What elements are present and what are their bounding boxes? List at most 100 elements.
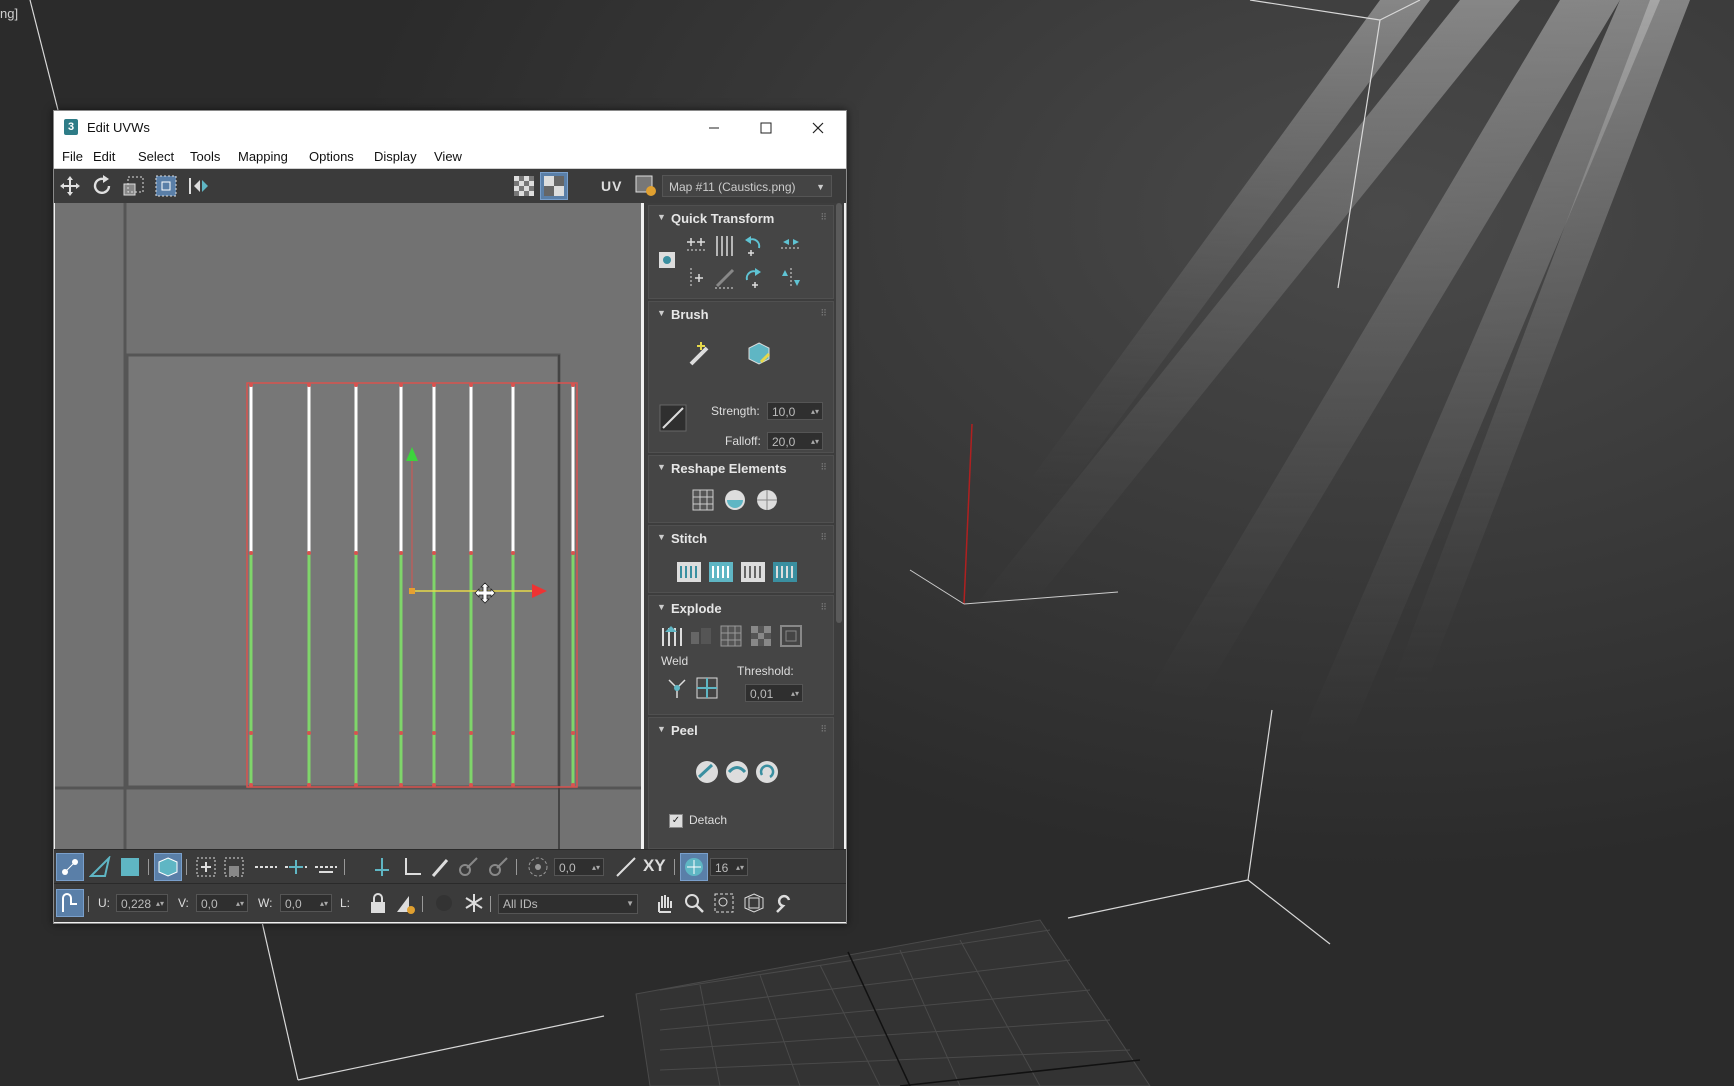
explode-header[interactable]: ▼ Explode ⠿ <box>649 596 833 620</box>
polygon-mode-button[interactable] <box>116 853 144 881</box>
shrink-selection-button[interactable] <box>220 853 248 881</box>
break-button[interactable] <box>657 622 685 650</box>
menu-file[interactable]: File <box>62 149 83 164</box>
threshold-spinner[interactable]: 0,01 ▴▾ <box>745 684 803 702</box>
stitch-average-button[interactable] <box>739 558 767 586</box>
menu-edit[interactable]: Edit <box>93 149 115 164</box>
title-bar[interactable]: 3 Edit UVWs <box>54 111 846 144</box>
relax-brush-button[interactable] <box>743 338 775 370</box>
reshape-elements-rollout: ▼ Reshape Elements ⠿ <box>648 455 834 523</box>
detach-checkbox[interactable]: ✓ <box>669 814 683 828</box>
move-tool-button[interactable] <box>56 172 84 200</box>
falloff-curve-button[interactable] <box>657 402 689 434</box>
loop-shrink-button[interactable] <box>312 853 340 881</box>
zoom-extents-button[interactable] <box>740 889 768 917</box>
ring-grow-button[interactable] <box>398 853 426 881</box>
straighten-button[interactable] <box>711 264 739 292</box>
mirror-tool-button[interactable] <box>184 172 212 200</box>
explode-frame-button[interactable] <box>777 622 805 650</box>
brush-header[interactable]: ▼ Brush ⠿ <box>649 302 833 326</box>
falloff-type-button[interactable] <box>612 853 640 881</box>
xy-space-label[interactable]: XY <box>643 856 666 876</box>
reshape-elements-header[interactable]: ▼ Reshape Elements ⠿ <box>649 456 833 480</box>
freeform-tool-button[interactable] <box>152 172 180 200</box>
ring-button[interactable] <box>368 853 396 881</box>
weld-selected-button[interactable] <box>663 674 691 702</box>
show-hidden-button[interactable] <box>392 889 420 917</box>
menu-tools[interactable]: Tools <box>190 149 220 164</box>
paint-select-button[interactable] <box>426 853 454 881</box>
weld-target-button[interactable] <box>693 674 721 702</box>
pan-button[interactable] <box>650 889 678 917</box>
minimize-button[interactable] <box>688 111 740 144</box>
grid-count-spinner[interactable]: 16 ▴▾ <box>710 858 748 876</box>
hide-button[interactable] <box>430 889 458 917</box>
w-spinner[interactable]: 0,0 ▴▾ <box>280 894 332 912</box>
material-id-dropdown[interactable]: All IDs ▼ <box>498 894 638 914</box>
stitch-target-button[interactable] <box>771 558 799 586</box>
element-mode-button[interactable] <box>154 853 182 881</box>
strength-spinner[interactable]: 10,0 ▴▾ <box>767 402 823 420</box>
paint-shrink-button[interactable] <box>484 853 512 881</box>
zoom-region-button[interactable] <box>710 889 738 917</box>
texture-settings-button[interactable] <box>632 172 660 200</box>
show-map-button[interactable] <box>540 172 568 200</box>
align-horizontal-button[interactable] <box>683 232 711 260</box>
menu-display[interactable]: Display <box>374 149 417 164</box>
stitch-header[interactable]: ▼ Stitch ⠿ <box>649 526 833 550</box>
snap-grid-button[interactable] <box>680 853 708 881</box>
texture-map-dropdown[interactable]: Map #11 (Caustics.png) ▼ <box>662 175 832 197</box>
grow-selection-button[interactable] <box>192 853 220 881</box>
checker-toggle-button[interactable] <box>510 172 538 200</box>
explode-checker-button[interactable] <box>747 622 775 650</box>
rotate-tool-button[interactable] <box>88 172 116 200</box>
paint-grow-button[interactable] <box>454 853 482 881</box>
vertex-mode-button[interactable] <box>56 853 84 881</box>
lock-selection-button[interactable] <box>364 889 392 917</box>
menu-mapping[interactable]: Mapping <box>238 149 288 164</box>
stitch-source-button[interactable] <box>707 558 735 586</box>
loop-grow-button[interactable] <box>282 853 310 881</box>
falloff-spinner[interactable]: 20,0 ▴▾ <box>767 432 823 450</box>
peel-header[interactable]: ▼ Peel ⠿ <box>649 718 833 742</box>
relax-button[interactable] <box>721 486 749 514</box>
panel-scrollbar[interactable] <box>836 203 842 623</box>
v-spinner[interactable]: 0,0 ▴▾ <box>196 894 248 912</box>
pivot-button[interactable] <box>653 246 681 274</box>
peel-mode-button[interactable] <box>723 758 751 786</box>
maximize-button[interactable] <box>740 111 792 144</box>
grid-reshape-button[interactable] <box>689 486 717 514</box>
rotate-ccw-button[interactable] <box>739 232 767 260</box>
soft-selection-button[interactable] <box>524 853 552 881</box>
zoom-button[interactable] <box>680 889 708 917</box>
menu-view[interactable]: View <box>434 149 462 164</box>
loop-button[interactable] <box>252 853 280 881</box>
menu-options[interactable]: Options <box>309 149 354 164</box>
space-vertical-button[interactable] <box>777 264 805 292</box>
paint-move-button[interactable] <box>685 338 717 370</box>
edit-uvws-window[interactable]: 3 Edit UVWs File Edit Select Tools Mappi… <box>53 110 847 924</box>
detach-edges-button[interactable] <box>687 622 715 650</box>
freeze-button[interactable] <box>460 889 488 917</box>
edge-mode-button[interactable] <box>86 853 114 881</box>
rotate-cw-button[interactable] <box>739 264 767 292</box>
vertex-icon <box>62 859 78 875</box>
scale-tool-button[interactable] <box>120 172 148 200</box>
space-horizontal-button[interactable] <box>777 232 805 260</box>
close-button[interactable] <box>792 111 844 144</box>
align-to-edge-button[interactable] <box>683 264 711 292</box>
relax-settings-button[interactable] <box>753 486 781 514</box>
quick-transform-header[interactable]: ▼ Quick Transform ⠿ <box>649 206 833 230</box>
quick-peel-button[interactable] <box>693 758 721 786</box>
peel-reset-button[interactable] <box>753 758 781 786</box>
u-spinner[interactable]: 0,228 ▴▾ <box>116 894 168 912</box>
align-vertical-button[interactable] <box>711 232 739 260</box>
absolute-relative-toggle[interactable] <box>56 889 84 917</box>
menu-select[interactable]: Select <box>138 149 174 164</box>
stitch-custom-button[interactable] <box>675 558 703 586</box>
explode-grid-button[interactable] <box>717 622 745 650</box>
snap-toggle-button[interactable] <box>770 889 798 917</box>
uv-editor-canvas[interactable] <box>55 203 641 849</box>
angle-spinner[interactable]: 0,0 ▴▾ <box>554 858 604 876</box>
uv-axis-label[interactable]: UV <box>601 178 622 194</box>
